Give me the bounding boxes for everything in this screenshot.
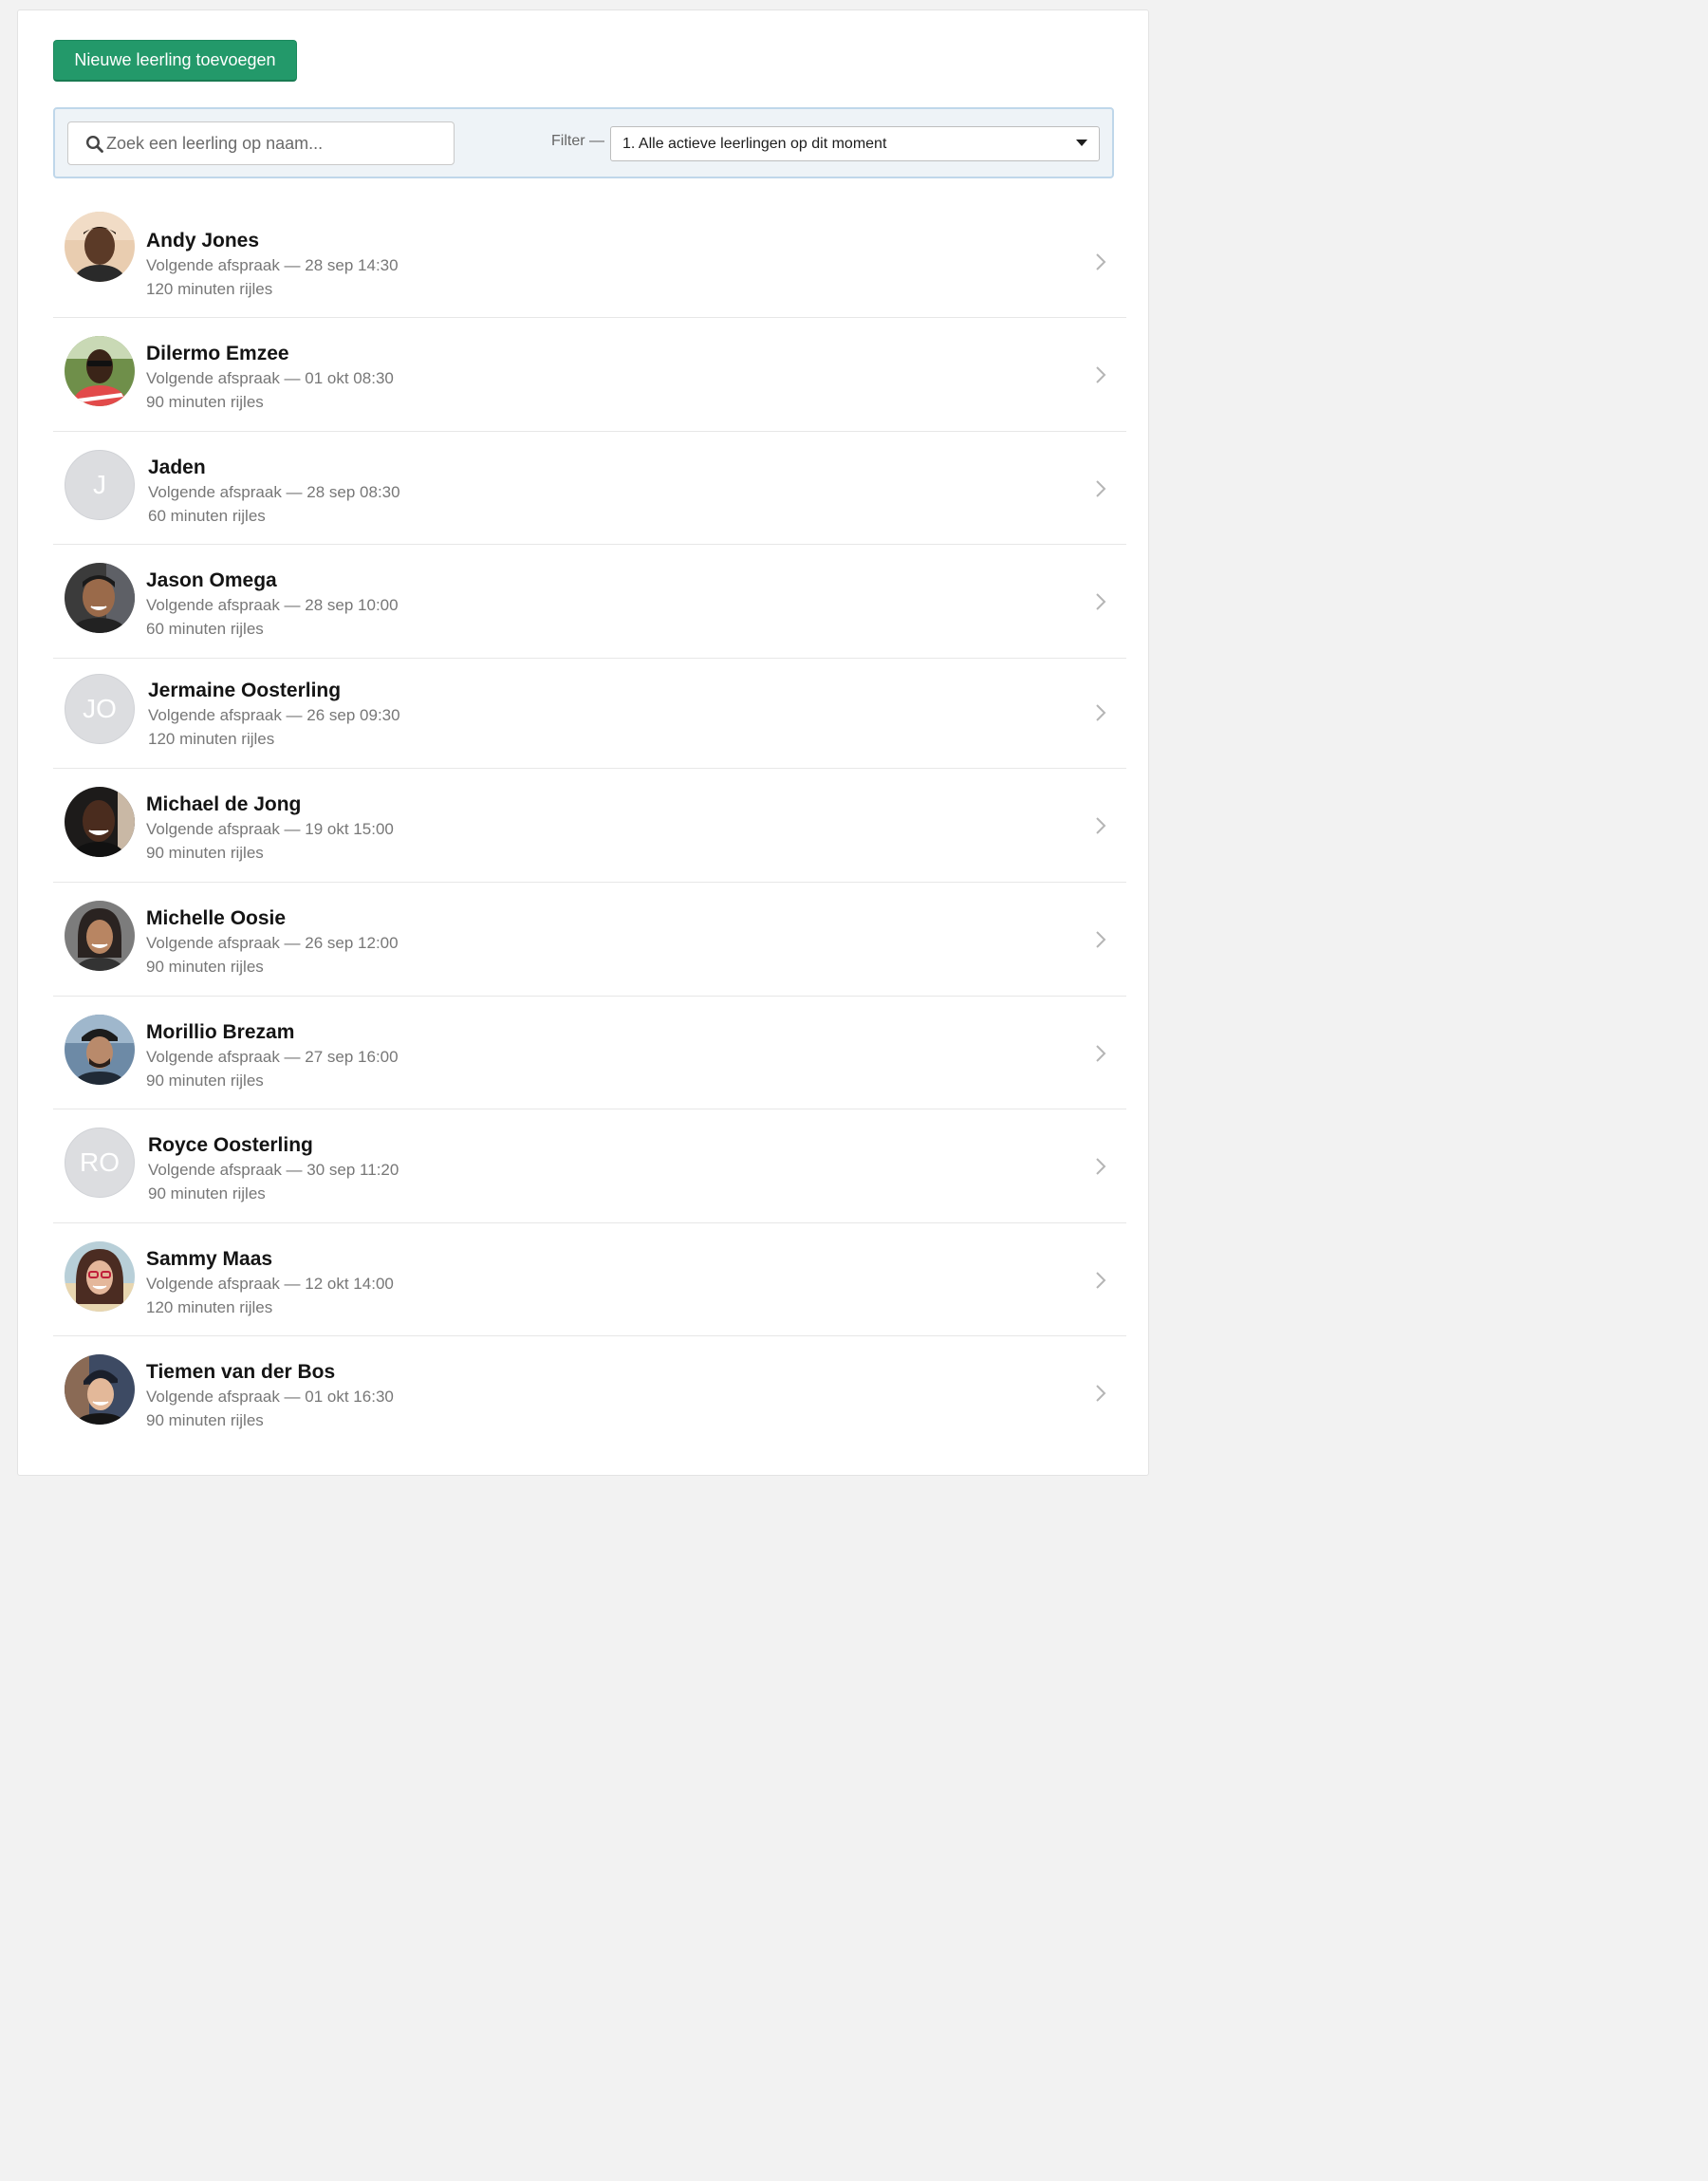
lesson-duration: 60 minuten rijles	[148, 507, 266, 525]
avatar-photo-icon	[65, 1015, 135, 1085]
student-info: Andy Jones Volgende afspraak — 28 sep 14…	[146, 229, 399, 301]
next-appointment: Volgende afspraak — 12 okt 14:00	[146, 1275, 394, 1293]
student-name: Andy Jones	[146, 230, 260, 252]
avatar-photo-icon	[65, 212, 135, 282]
avatar	[65, 787, 135, 857]
student-list: Andy Jones Volgende afspraak — 28 sep 14…	[53, 205, 1126, 1450]
next-appointment: Volgende afspraak — 01 okt 16:30	[146, 1388, 394, 1406]
student-row[interactable]: Michael de Jong Volgende afspraak — 19 o…	[53, 769, 1126, 883]
next-appointment: Volgende afspraak — 27 sep 16:00	[146, 1048, 399, 1066]
chevron-right-icon	[1096, 1272, 1106, 1289]
student-name: Dilermo Emzee	[146, 343, 289, 364]
avatar	[65, 563, 135, 633]
next-appointment: Volgende afspraak — 26 sep 12:00	[146, 934, 399, 952]
search-filter-bar: Filter — 1. Alle actieve leerlingen op d…	[53, 107, 1114, 178]
student-row[interactable]: J Jaden Volgende afspraak — 28 sep 08:30…	[53, 432, 1126, 545]
chevron-right-icon	[1096, 253, 1106, 270]
chevron-right-icon	[1096, 366, 1106, 383]
next-appointment: Volgende afspraak — 01 okt 08:30	[146, 369, 394, 387]
chevron-right-icon	[1096, 480, 1106, 497]
chevron-right-icon	[1096, 1158, 1106, 1175]
avatar	[65, 1241, 135, 1312]
student-info: Sammy Maas Volgende afspraak — 12 okt 14…	[146, 1247, 394, 1319]
chevron-right-icon	[1096, 1385, 1106, 1402]
avatar-photo-icon	[65, 787, 135, 857]
student-info: Michelle Oosie Volgende afspraak — 26 se…	[146, 906, 399, 979]
student-info: Jason Omega Volgende afspraak — 28 sep 1…	[146, 569, 399, 641]
filter-label: Filter —	[551, 133, 604, 149]
avatar	[65, 212, 135, 282]
student-name: Michael de Jong	[146, 793, 302, 815]
student-row[interactable]: RO Royce Oosterling Volgende afspraak — …	[53, 1109, 1126, 1223]
student-info: Morillio Brezam Volgende afspraak — 27 s…	[146, 1020, 399, 1092]
chevron-right-icon	[1096, 1045, 1106, 1062]
student-row[interactable]: Dilermo Emzee Volgende afspraak — 01 okt…	[53, 318, 1126, 432]
avatar	[65, 1015, 135, 1085]
student-name: Michelle Oosie	[146, 907, 287, 929]
avatar-photo-icon	[65, 563, 135, 633]
filter-selected-value: 1. Alle actieve leerlingen op dit moment	[622, 136, 887, 152]
avatar-photo-icon	[65, 336, 135, 406]
student-row[interactable]: Sammy Maas Volgende afspraak — 12 okt 14…	[53, 1223, 1126, 1336]
lesson-duration: 90 minuten rijles	[146, 1072, 264, 1090]
lesson-duration: 90 minuten rijles	[146, 393, 264, 411]
next-appointment: Volgende afspraak — 28 sep 08:30	[148, 483, 400, 501]
student-info: Royce Oosterling Volgende afspraak — 30 …	[148, 1133, 399, 1205]
chevron-right-icon	[1096, 593, 1106, 610]
avatar-initials: JO	[65, 674, 135, 744]
student-name: Jermaine Oosterling	[148, 680, 342, 701]
next-appointment: Volgende afspraak — 28 sep 10:00	[146, 596, 399, 614]
lesson-duration: 120 minuten rijles	[146, 280, 273, 298]
student-name: Royce Oosterling	[148, 1134, 313, 1156]
filter-select[interactable]: 1. Alle actieve leerlingen op dit moment	[610, 126, 1100, 161]
avatar	[65, 336, 135, 406]
student-info: Dilermo Emzee Volgende afspraak — 01 okt…	[146, 342, 394, 414]
caret-down-icon	[1076, 140, 1087, 146]
student-info: Jaden Volgende afspraak — 28 sep 08:30 6…	[148, 456, 400, 528]
chevron-right-icon	[1096, 704, 1106, 721]
student-name: Tiemen van der Bos	[146, 1361, 336, 1383]
lesson-duration: 120 minuten rijles	[148, 730, 275, 748]
chevron-right-icon	[1096, 817, 1106, 834]
avatar-photo-icon	[65, 1241, 135, 1312]
next-appointment: Volgende afspraak — 28 sep 14:30	[146, 256, 399, 274]
avatar-photo-icon	[65, 901, 135, 971]
next-appointment: Volgende afspraak — 26 sep 09:30	[148, 706, 400, 724]
lesson-duration: 90 minuten rijles	[146, 958, 264, 976]
next-appointment: Volgende afspraak — 19 okt 15:00	[146, 820, 394, 838]
add-student-button[interactable]: Nieuwe leerling toevoegen	[53, 40, 297, 82]
lesson-duration: 120 minuten rijles	[146, 1298, 273, 1316]
student-name: Sammy Maas	[146, 1248, 273, 1270]
student-info: Tiemen van der Bos Volgende afspraak — 0…	[146, 1360, 394, 1432]
avatar	[65, 1354, 135, 1425]
student-row[interactable]: JO Jermaine Oosterling Volgende afspraak…	[53, 659, 1126, 769]
lesson-duration: 60 minuten rijles	[146, 620, 264, 638]
student-row[interactable]: Jason Omega Volgende afspraak — 28 sep 1…	[53, 545, 1126, 659]
avatar	[65, 901, 135, 971]
lesson-duration: 90 minuten rijles	[146, 1411, 264, 1429]
student-name: Jaden	[148, 457, 206, 478]
chevron-right-icon	[1096, 931, 1106, 948]
student-name: Morillio Brezam	[146, 1021, 295, 1043]
avatar-photo-icon	[65, 1354, 135, 1425]
student-info: Jermaine Oosterling Volgende afspraak — …	[148, 679, 400, 751]
search-input[interactable]	[106, 122, 443, 164]
student-row[interactable]: Andy Jones Volgende afspraak — 28 sep 14…	[53, 205, 1126, 318]
search-field[interactable]	[67, 121, 455, 165]
avatar-initials: RO	[65, 1128, 135, 1198]
lesson-duration: 90 minuten rijles	[148, 1184, 266, 1202]
students-panel: Nieuwe leerling toevoegen Filter — 1. Al…	[17, 9, 1149, 1476]
student-row[interactable]: Morillio Brezam Volgende afspraak — 27 s…	[53, 997, 1126, 1109]
search-icon	[85, 135, 103, 153]
student-info: Michael de Jong Volgende afspraak — 19 o…	[146, 792, 394, 865]
student-row[interactable]: Michelle Oosie Volgende afspraak — 26 se…	[53, 883, 1126, 997]
lesson-duration: 90 minuten rijles	[146, 844, 264, 862]
student-name: Jason Omega	[146, 569, 277, 591]
next-appointment: Volgende afspraak — 30 sep 11:20	[148, 1161, 399, 1179]
student-row[interactable]: Tiemen van der Bos Volgende afspraak — 0…	[53, 1336, 1126, 1450]
avatar-initials: J	[65, 450, 135, 520]
